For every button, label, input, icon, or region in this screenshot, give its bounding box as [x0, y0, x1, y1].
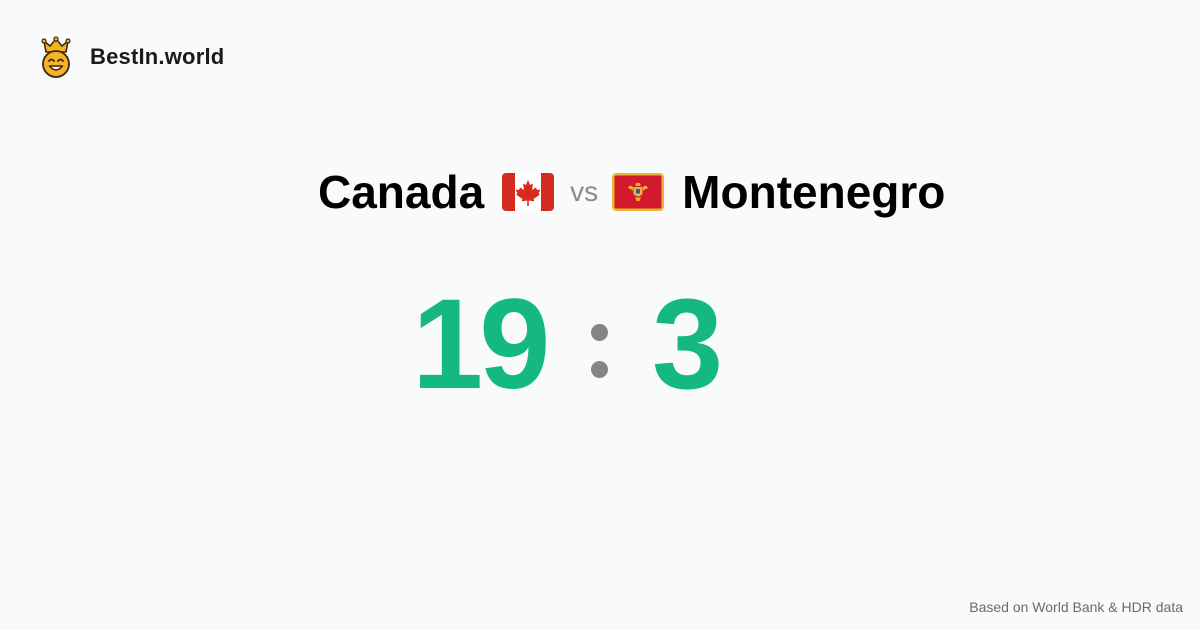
brand-name[interactable]: BestIn.world	[90, 46, 224, 68]
data-source-note: Based on World Bank & HDR data	[969, 599, 1183, 615]
right-score: 3	[652, 273, 723, 416]
canada-flag-icon	[502, 173, 555, 211]
separator-dot-top	[591, 324, 608, 341]
smiling-crown-face-icon	[41, 36, 71, 78]
separator-dot-bottom	[591, 361, 608, 378]
country-matchup: Canada vs Montenegro	[318, 164, 945, 220]
left-country-name[interactable]: Canada	[318, 169, 484, 215]
right-country-name[interactable]: Montenegro	[682, 169, 945, 215]
left-score: 19	[412, 273, 550, 416]
brand[interactable]: BestIn.world	[38, 36, 224, 78]
vs-label: vs	[570, 176, 599, 207]
montenegro-flag-icon	[612, 173, 665, 211]
score-separator	[591, 324, 609, 378]
